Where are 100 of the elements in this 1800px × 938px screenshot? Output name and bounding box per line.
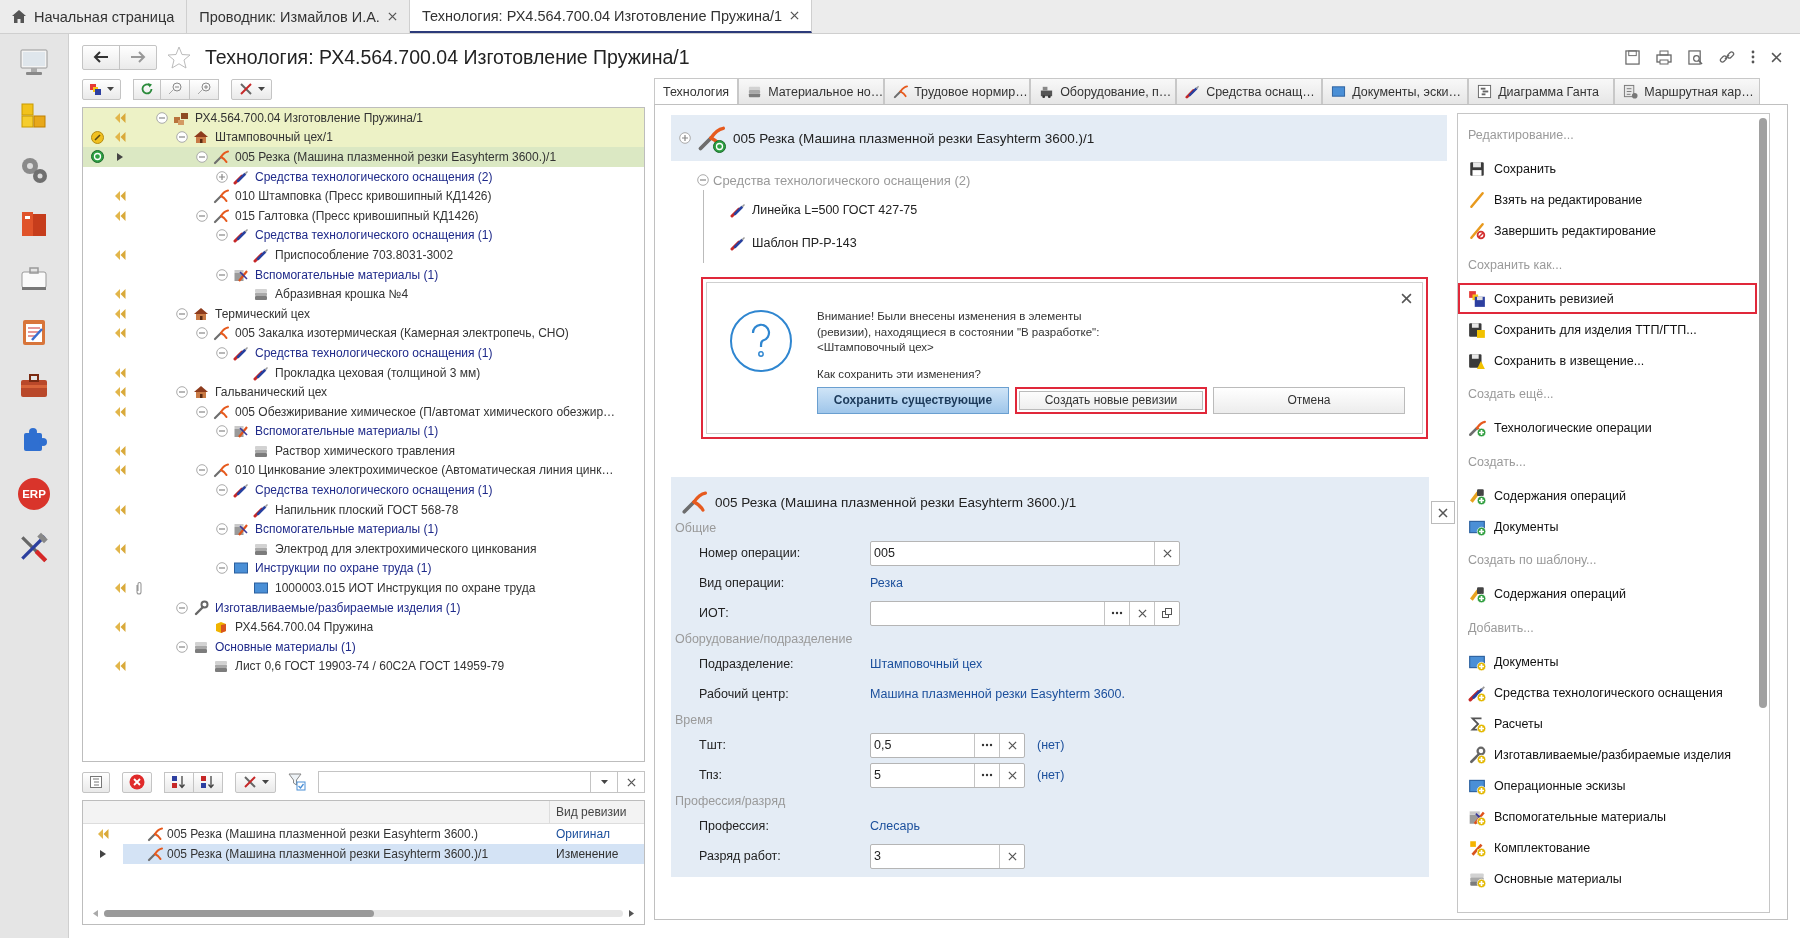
tree-row[interactable]: Средства технологического оснащения (2) — [83, 166, 644, 187]
tree-row[interactable]: Вспомогательные материалы (1) — [83, 264, 644, 285]
tab[interactable]: Средства оснащ… — [1176, 78, 1323, 104]
tree-toggle[interactable] — [216, 484, 228, 497]
tree-row[interactable]: РХ4.564.700.04 Изготовление Пружина/1 — [83, 108, 644, 128]
window-tab[interactable]: Начальная страница — [0, 0, 188, 33]
tree-row[interactable]: Гальванический цех — [83, 382, 644, 402]
close-icon[interactable] — [387, 12, 397, 21]
tree-row[interactable]: 005 Резка (Машина плазменной резки Easyhterm 3600.)/1 — [83, 147, 644, 167]
close-icon[interactable] — [1771, 51, 1782, 63]
preview-icon[interactable] — [1688, 49, 1703, 65]
input-field[interactable] — [870, 600, 1180, 626]
link-icon[interactable] — [1719, 49, 1735, 65]
tab[interactable]: Маршрутная кар… — [1614, 78, 1761, 104]
close-icon[interactable] — [1401, 293, 1412, 304]
command-item[interactable]: Сохранить ревизией — [1458, 283, 1757, 314]
tree-row[interactable]: Лист 0,6 ГОСТ 19903-74 / 60С2А ГОСТ 14959-79 — [83, 656, 644, 677]
tree-row[interactable]: Вспомогательные материалы (1) — [83, 421, 644, 442]
tree-toggle[interactable] — [196, 464, 208, 477]
scroll-left-icon[interactable] — [93, 910, 98, 917]
delete-button[interactable] — [122, 771, 152, 793]
input-field[interactable]: 5 — [870, 762, 1025, 788]
command-item[interactable]: Расчеты — [1458, 708, 1757, 739]
scrollbar[interactable] — [93, 909, 634, 918]
tree-row[interactable]: 010 Штамповка (Пресс кривошипный КД1426) — [83, 186, 644, 206]
tools-menu-button[interactable] — [235, 771, 276, 793]
tree-row[interactable]: Средства технологического оснащения (1) — [83, 225, 644, 246]
tool-item[interactable]: Линейка L=500 ГОСТ 427-75 — [752, 203, 918, 217]
command-item[interactable]: Вспомогательные материалы — [1458, 801, 1757, 832]
close-icon[interactable] — [790, 11, 800, 20]
tree-toggle[interactable] — [176, 131, 188, 144]
command-item[interactable]: Взять на редактирование — [1458, 184, 1757, 216]
tree-row[interactable]: Электрод для электрохимического цинкования — [83, 539, 644, 559]
tree-toggle[interactable] — [216, 268, 228, 281]
tree-row[interactable]: Основные материалы (1) — [83, 637, 644, 657]
input-field[interactable]: 3 — [870, 843, 1025, 869]
tree-toggle[interactable] — [216, 425, 228, 438]
zoom-in-button[interactable] — [190, 78, 219, 100]
note-link[interactable]: (нет) — [1037, 768, 1065, 782]
tree-row[interactable]: 015 Галтовка (Пресс кривошипный КД1426) — [83, 205, 644, 226]
tree-row[interactable]: Термический цех — [83, 303, 644, 324]
input-field[interactable]: 005 — [870, 540, 1180, 566]
tools-menu-button[interactable] — [231, 78, 272, 100]
command-item[interactable]: Содержания операций — [1458, 578, 1757, 610]
tree-toggle[interactable] — [216, 523, 228, 536]
command-item[interactable]: Средства технологического оснащения — [1458, 677, 1757, 708]
command-item[interactable]: Сохранить — [1458, 153, 1757, 185]
print-icon[interactable] — [1656, 49, 1672, 65]
tree-row[interactable]: Инструкции по охране труда (1) — [83, 558, 644, 579]
tree-toggle[interactable] — [156, 111, 168, 124]
tree-row[interactable]: Вспомогательные материалы (1) — [83, 519, 644, 540]
filter-icon[interactable] — [288, 773, 306, 791]
tree-toggle[interactable] — [196, 151, 208, 163]
tree-row[interactable]: Приспособление 703.8031-3002 — [83, 245, 644, 265]
tree-toggle[interactable] — [216, 229, 228, 242]
tree-row[interactable]: Напильник плоский ГОСТ 568-78 — [83, 499, 644, 520]
tree-row[interactable]: Абразивная крошка №4 — [83, 284, 644, 304]
table-cell[interactable]: Оригинал — [550, 824, 644, 844]
command-item[interactable]: Операционные эскизы — [1458, 770, 1757, 801]
close-button[interactable] — [1431, 501, 1455, 524]
value-link[interactable]: Слесарь — [870, 819, 920, 833]
tree-row[interactable]: Средства технологического оснащения (1) — [83, 480, 644, 500]
table-row[interactable]: 005 Резка (Машина плазменной резки Easyhterm 3600.) Оригинал — [83, 824, 644, 844]
dialog-button[interactable]: Создать новые ревизии — [1015, 386, 1207, 414]
tree-row[interactable]: Раствор химического травления — [83, 441, 644, 461]
tool-item[interactable]: Шаблон ПР-Р-143 — [752, 236, 857, 250]
command-item[interactable]: Комплектование — [1458, 832, 1757, 863]
tree-toggle[interactable] — [216, 562, 228, 575]
tree-row[interactable]: 1000003.015 ИОТ Инструкция по охране труда — [83, 578, 644, 598]
command-item[interactable]: Завершить редактирование — [1458, 215, 1757, 247]
zoom-out-button[interactable] — [161, 78, 190, 100]
dialog-button[interactable]: Отмена — [1213, 386, 1405, 414]
tab[interactable]: Оборудование, п… — [1030, 78, 1177, 104]
command-item[interactable]: Сохранить в извещение... — [1458, 345, 1757, 376]
note-link[interactable]: (нет) — [1037, 738, 1065, 752]
sort-descending-button[interactable] — [194, 771, 223, 793]
value-link[interactable]: Машина плазменной резки Easyhterm 3600. — [870, 687, 1125, 701]
tab[interactable]: Диаграмма Ганта — [1468, 78, 1615, 104]
tree-row[interactable]: 005 Закалка изотермическая (Камерная электропечь, СНО) — [83, 323, 644, 344]
tree-row[interactable]: Прокладка цеховая (толщиной 3 мм) — [83, 362, 644, 383]
star-icon[interactable] — [167, 45, 191, 69]
tab[interactable]: Документы, эски… — [1322, 78, 1469, 104]
command-item[interactable]: Содержания операций — [1458, 480, 1757, 511]
sort-ascending-button[interactable] — [164, 771, 194, 793]
tree-toggle[interactable] — [196, 405, 208, 418]
monitor-icon[interactable] — [18, 46, 50, 78]
command-item[interactable]: Технологические операции — [1458, 412, 1757, 444]
search-field[interactable] — [318, 771, 645, 793]
tree-row[interactable]: Изготавливаемые/разбираемые изделия (1) — [83, 597, 644, 618]
command-item[interactable]: Документы — [1458, 511, 1757, 542]
value-link[interactable]: Резка — [870, 576, 903, 590]
more-icon[interactable] — [1751, 50, 1755, 64]
window-tab[interactable]: Проводник: Измайлов И.А. — [187, 0, 410, 33]
tree-toggle[interactable] — [216, 170, 228, 183]
window-tab[interactable]: Технология: РХ4.564.700.04 Изготовление Пружина/1 — [409, 0, 813, 33]
tab[interactable]: Материальное но… — [738, 78, 885, 104]
tree-toggle[interactable] — [196, 209, 208, 222]
dialog-button[interactable]: Сохранить существующие — [817, 386, 1009, 414]
scroll-right-icon[interactable] — [629, 910, 634, 917]
tree-toggle[interactable] — [176, 386, 188, 399]
